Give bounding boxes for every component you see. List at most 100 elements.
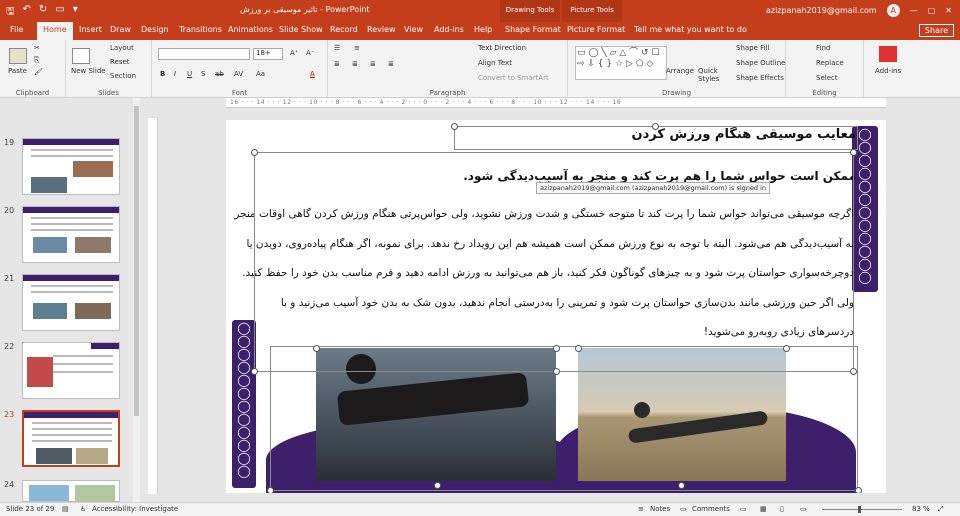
new-slide-button[interactable]: New Slide	[71, 67, 106, 75]
tab-insert[interactable]: Insert	[79, 25, 102, 34]
spellcheck-icon[interactable]: ▤	[62, 505, 69, 513]
resize-handle[interactable]	[855, 487, 862, 493]
font-color-button[interactable]: A	[310, 70, 315, 78]
resize-handle[interactable]	[313, 345, 320, 352]
tell-me-search[interactable]: Tell me what you want to do	[634, 25, 747, 34]
find-button[interactable]: Find	[816, 44, 830, 52]
undo-icon[interactable]: ↶	[23, 4, 31, 21]
zoom-slider[interactable]	[822, 509, 902, 510]
present-icon[interactable]: ▭	[55, 4, 64, 21]
slide-thumbnail-19[interactable]	[22, 138, 120, 195]
resize-handle[interactable]	[783, 345, 790, 352]
tab-home[interactable]: Home	[37, 22, 73, 40]
slide-thumbnail-21[interactable]	[22, 274, 120, 331]
tab-view[interactable]: View	[404, 25, 423, 34]
save-icon[interactable]: 🖫	[6, 4, 15, 21]
change-case-button[interactable]: Aa	[256, 70, 265, 78]
replace-button[interactable]: Replace	[816, 59, 844, 67]
normal-view-icon[interactable]: ▭	[740, 505, 747, 513]
tab-file[interactable]: File	[10, 25, 23, 34]
close-icon[interactable]: ✕	[945, 6, 952, 15]
shadow-button[interactable]: S	[201, 70, 205, 78]
copy-icon[interactable]: ⎘	[34, 56, 40, 65]
tab-draw[interactable]: Draw	[110, 25, 131, 34]
customize-qat-icon[interactable]: ▾	[73, 4, 78, 21]
zoom-level[interactable]: 83 %	[912, 505, 930, 513]
resize-handle[interactable]	[251, 368, 258, 375]
notes-icon[interactable]: ≡	[638, 505, 644, 513]
align-left-icon[interactable]: ≣	[334, 60, 340, 68]
scroll-thumb[interactable]	[134, 106, 139, 416]
notes-button[interactable]: Notes	[650, 505, 670, 513]
minimize-icon[interactable]: —	[910, 6, 918, 15]
resize-handle[interactable]	[251, 149, 258, 156]
resize-handle[interactable]	[553, 368, 560, 375]
fit-to-window-icon[interactable]: ⤢	[938, 505, 944, 514]
add-ins-button[interactable]: Add-ins	[875, 67, 901, 75]
tab-help[interactable]: Help	[474, 25, 492, 34]
user-email[interactable]: azizpanah2019@gmail.com	[766, 6, 877, 15]
strikethrough-button[interactable]: ab	[215, 70, 224, 78]
tab-design[interactable]: Design	[141, 25, 169, 34]
align-center-icon[interactable]: ≣	[352, 60, 358, 68]
slide-canvas[interactable]: ◯ ◯ ◯ ◯ ◯ ◯ ◯ ◯ ◯ ◯ ◯ ◯ ◯ ◯ ◯ ◯ ◯ ◯ ◯ ◯ ◯ ◯ ◯ ◯ معایب موسیقی ه…	[226, 120, 886, 493]
thumbnails-scrollbar[interactable]	[133, 98, 140, 502]
font-name-box[interactable]	[158, 48, 250, 60]
cut-icon[interactable]: ✂	[34, 44, 40, 52]
accessibility-icon[interactable]: ♿	[80, 505, 86, 513]
add-ins-icon[interactable]	[879, 46, 897, 62]
tab-record[interactable]: Record	[330, 25, 358, 34]
reading-view-icon[interactable]: ▯	[780, 505, 784, 513]
justify-icon[interactable]: ≣	[388, 60, 394, 68]
numbering-icon[interactable]: ≡	[354, 44, 360, 52]
redo-icon[interactable]: ↻	[39, 4, 47, 21]
format-painter-icon[interactable]: 🖌	[34, 68, 43, 76]
resize-handle[interactable]	[678, 482, 685, 489]
restore-icon[interactable]: ▢	[928, 6, 936, 15]
resize-handle[interactable]	[451, 123, 458, 130]
text-direction-button[interactable]: Text Direction	[478, 44, 526, 52]
resize-handle[interactable]	[575, 345, 582, 352]
resize-handle[interactable]	[850, 149, 857, 156]
slideshow-icon[interactable]: ▭	[800, 505, 807, 513]
paste-button[interactable]: Paste	[8, 67, 27, 75]
reset-button[interactable]: Reset	[110, 58, 130, 66]
avatar[interactable]: A	[886, 4, 900, 17]
share-button[interactable]: Share	[918, 24, 954, 37]
increase-font-icon[interactable]: A⁺	[290, 49, 298, 57]
layout-button[interactable]: Layout	[110, 44, 134, 52]
tab-add-ins[interactable]: Add-ins	[434, 25, 464, 34]
decrease-font-icon[interactable]: A⁻	[306, 49, 314, 57]
select-button[interactable]: Select	[816, 74, 838, 82]
italic-button[interactable]: I	[174, 70, 176, 78]
shape-effects-button[interactable]: Shape Effects	[736, 74, 784, 82]
new-slide-icon[interactable]	[72, 48, 90, 64]
shape-fill-button[interactable]: Shape Fill	[736, 44, 770, 52]
align-right-icon[interactable]: ≣	[370, 60, 376, 68]
slide-sorter-icon[interactable]: ▦	[760, 505, 767, 513]
arrange-button[interactable]: Arrange	[666, 67, 694, 75]
tab-review[interactable]: Review	[367, 25, 396, 34]
tab-slide-show[interactable]: Slide Show	[279, 25, 323, 34]
paste-icon[interactable]	[9, 48, 27, 64]
tab-transitions[interactable]: Transitions	[179, 25, 222, 34]
underline-button[interactable]: U	[187, 70, 192, 78]
resize-handle[interactable]	[434, 482, 441, 489]
tab-picture-format[interactable]: Picture Format	[567, 25, 625, 34]
char-spacing-button[interactable]: AV	[234, 70, 243, 78]
comments-button[interactable]: Comments	[692, 505, 730, 513]
resize-handle[interactable]	[652, 123, 659, 130]
shapes-gallery[interactable]: ▭ ◯ ╲ ▱ △ ⌒ ↺ ☐ ⇨ ⇩ { } ☆ ▷ ⬠ ◇	[575, 46, 667, 80]
bullets-icon[interactable]: ☰	[334, 44, 340, 52]
slide-thumbnail-22[interactable]	[22, 342, 120, 399]
font-size-box[interactable]: 18+	[253, 48, 283, 60]
resize-handle[interactable]	[267, 487, 274, 493]
comments-icon[interactable]: ▭	[680, 505, 687, 513]
smartart-button[interactable]: Convert to SmartArt	[478, 74, 549, 82]
slide-thumbnail-24[interactable]	[22, 480, 120, 502]
slide-thumbnail-20[interactable]	[22, 206, 120, 263]
resize-handle[interactable]	[850, 368, 857, 375]
zoom-slider-thumb[interactable]	[858, 506, 861, 513]
tab-animations[interactable]: Animations	[228, 25, 273, 34]
bold-button[interactable]: B	[160, 70, 165, 78]
